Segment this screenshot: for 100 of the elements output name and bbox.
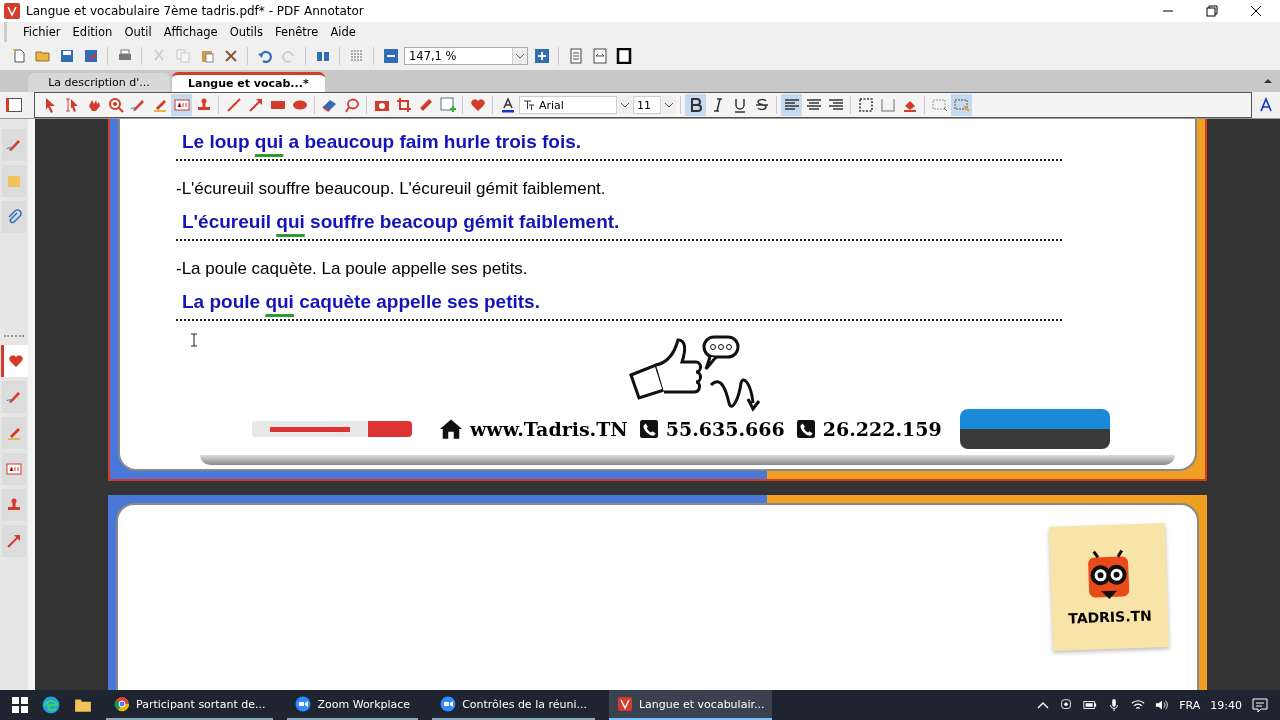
folder-icon[interactable]: [74, 696, 92, 714]
wifi-icon[interactable]: [1131, 698, 1146, 712]
speaker-icon[interactable]: [1155, 698, 1170, 712]
favorite-tool[interactable]: [2, 453, 26, 485]
exercise-sentence: -La poule caquète. La poule appelle ses petits.: [176, 259, 529, 280]
menu-item[interactable]: Fichier: [17, 25, 67, 39]
dropdown-icon[interactable]: [618, 96, 632, 114]
restore-icon[interactable]: [1206, 5, 1218, 17]
dropdown-icon[interactable]: [662, 96, 676, 114]
panel-tab[interactable]: [2, 129, 26, 161]
chevron-up-icon[interactable]: [1037, 701, 1050, 709]
chrome-icon: [114, 696, 130, 712]
textselect-icon: [63, 97, 80, 113]
taskbar-app[interactable]: Langue et vocabulair...: [608, 690, 773, 720]
font-size-field[interactable]: 11: [633, 96, 661, 114]
layout-icon: [348, 48, 365, 64]
phone-icon: [796, 420, 815, 438]
pen-icon: [129, 97, 146, 113]
redo-icon: [280, 48, 297, 64]
favorite-tool[interactable]: [2, 381, 26, 413]
text-cursor-icon: [190, 333, 198, 347]
zoomapp-icon: [295, 696, 312, 712]
frame-icon: [879, 97, 896, 113]
answer-line: L'écureuil qui souffre beacoup gémit faiblement.: [176, 207, 1062, 241]
arrow-icon: [6, 533, 22, 549]
image-icon: [439, 97, 456, 113]
document-tab[interactable]: La description d'...: [28, 73, 170, 92]
home-icon: [440, 418, 462, 440]
zoomin-icon: [533, 48, 550, 64]
heart-icon: [469, 97, 486, 113]
menu-item[interactable]: Outils: [223, 25, 269, 39]
favorite-tool[interactable]: [2, 417, 26, 449]
border-icon: [857, 97, 874, 113]
menu-item[interactable]: Fenêtre: [268, 25, 325, 39]
fontcolor-icon: [499, 97, 516, 113]
favorite-tool[interactable]: [0, 345, 28, 377]
document-tab[interactable]: Langue et vocab...*: [172, 72, 325, 92]
zoomout-icon: [382, 48, 399, 64]
pen-icon: [6, 137, 22, 153]
note-icon: [6, 173, 22, 189]
new-icon: [10, 48, 27, 64]
arrow-icon: [247, 97, 264, 113]
text-style-icon[interactable]: [1258, 97, 1274, 113]
alignleft-icon: [783, 97, 800, 113]
crop-icon: [395, 97, 412, 113]
dropdown-icon[interactable]: [512, 48, 527, 64]
logo-text: TADRIS.TN: [1068, 607, 1153, 627]
clock-time[interactable]: 19:40: [1210, 698, 1242, 712]
clip-icon: [6, 209, 22, 225]
font-field[interactable]: Arial: [519, 96, 617, 114]
favorite-tool[interactable]: [2, 489, 26, 521]
zoomapp-icon: [440, 696, 457, 712]
website-text: www.Tadris.TN: [470, 418, 628, 440]
menu-item[interactable]: Aide: [324, 25, 362, 39]
edge-browser-icon[interactable]: [42, 696, 60, 714]
copy-icon: [174, 48, 191, 64]
zoom-field[interactable]: 147,1 %: [404, 47, 528, 65]
window-title: Langue et vocabulaire 7ème tadris.pdf* - PDF Annotator: [26, 4, 364, 18]
textbox-icon: [173, 97, 190, 113]
language-indicator[interactable]: FRA: [1179, 698, 1201, 712]
singlepage-icon: [567, 48, 584, 64]
highlighter-icon: [6, 425, 22, 441]
phone-number: 26.222.159: [822, 418, 942, 440]
camera-icon[interactable]: [1059, 698, 1074, 712]
tool-button[interactable]: [685, 94, 706, 116]
fullscreen-icon: [615, 48, 632, 64]
answer-line: La poule qui caquète appelle ses petits.: [176, 287, 1062, 321]
menu-item[interactable]: Edition: [66, 25, 119, 39]
taskbar-app[interactable]: Zoom Workplace: [287, 690, 419, 720]
stamp-icon: [195, 97, 212, 113]
battery-icon[interactable]: [1083, 698, 1098, 712]
highlighter-icon: [151, 97, 168, 113]
zoom-icon: [107, 97, 124, 113]
save-icon: [58, 48, 75, 64]
notification-icon[interactable]: [1252, 697, 1268, 713]
stamp-icon: [6, 497, 22, 513]
menu-item[interactable]: Outil: [118, 25, 158, 39]
windows-start-icon[interactable]: [12, 697, 28, 713]
taskbar-app[interactable]: Contrôles de la réuni...: [432, 690, 595, 720]
menu-item[interactable]: Affichage: [157, 25, 224, 39]
heart-icon: [7, 353, 24, 369]
phone-icon: [639, 420, 658, 438]
alignright-icon: [827, 97, 844, 113]
undo-icon: [256, 48, 273, 64]
scroll-up-icon[interactable]: [1264, 78, 1272, 83]
close-icon[interactable]: [1250, 5, 1262, 17]
panel-tab[interactable]: [2, 201, 26, 233]
line-icon: [225, 97, 242, 113]
open-icon: [34, 48, 51, 64]
answer-line: Le loup qui a beaucoup faim hurle trois fois.: [176, 127, 1062, 161]
pen-icon: [6, 389, 22, 405]
taskbar-app[interactable]: Participant sortant de...: [106, 690, 274, 720]
phone-number: 55.635.666: [665, 418, 785, 440]
pdf-icon: [616, 696, 633, 712]
eraser-icon: [321, 97, 338, 113]
fitwidth-icon: [591, 48, 608, 64]
favorite-tool[interactable]: [2, 525, 26, 557]
saveas-icon: [82, 48, 99, 64]
panel-toggle[interactable]: [6, 98, 22, 112]
font-type-icon: [523, 99, 535, 111]
